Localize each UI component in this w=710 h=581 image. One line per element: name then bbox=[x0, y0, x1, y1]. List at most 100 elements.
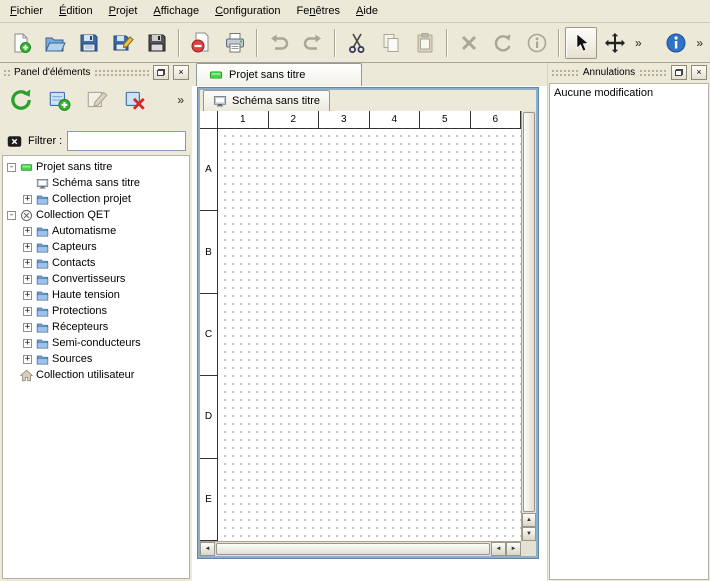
move-tool-button[interactable] bbox=[599, 27, 631, 59]
tree-item-convertisseurs[interactable]: + Convertisseurs bbox=[3, 271, 189, 287]
tree-item-collection-projet[interactable]: + Collection projet bbox=[3, 191, 189, 207]
tab-projet-sans-titre[interactable]: Projet sans titre bbox=[196, 63, 362, 86]
print-button[interactable] bbox=[219, 27, 251, 59]
tree-expander[interactable]: + bbox=[23, 243, 32, 252]
tree-item-projet-sans-titre[interactable]: - Projet sans titre bbox=[3, 159, 189, 175]
about-icon bbox=[665, 32, 687, 54]
menu-fenetres[interactable]: Fenêtres bbox=[289, 2, 348, 20]
toolbar-extension-chevron[interactable]: » bbox=[693, 37, 706, 49]
dock-grip[interactable] bbox=[3, 69, 10, 77]
reload-collections-button[interactable] bbox=[5, 85, 36, 116]
tree-expander[interactable]: + bbox=[23, 339, 32, 348]
toolbar-icon bbox=[78, 32, 100, 54]
save-button[interactable] bbox=[73, 27, 105, 59]
close-file-button[interactable] bbox=[185, 27, 217, 59]
tree-expander[interactable]: + bbox=[23, 275, 32, 284]
tree-item-label: Convertisseurs bbox=[52, 273, 125, 285]
tree-item-collection-qet[interactable]: - Collection QET bbox=[3, 207, 189, 223]
clipboard-toolbar-group bbox=[340, 27, 442, 59]
elements-tree[interactable]: - Projet sans titre Schéma sans titre + … bbox=[2, 155, 190, 579]
toolbar-icon bbox=[146, 32, 168, 54]
redo-button[interactable] bbox=[297, 27, 329, 59]
tree-expander[interactable]: - bbox=[7, 211, 16, 220]
tools-toolbar-group bbox=[564, 27, 632, 59]
dock-float-button[interactable] bbox=[153, 65, 169, 80]
properties-button[interactable] bbox=[521, 27, 553, 59]
tree-item-automatisme[interactable]: + Automatisme bbox=[3, 223, 189, 239]
menu-edition[interactable]: Édition bbox=[51, 2, 101, 20]
vertical-scrollbar[interactable]: ▲ ▼ bbox=[521, 111, 536, 541]
tree-item-contacts[interactable]: + Contacts bbox=[3, 255, 189, 271]
dock-float-button[interactable] bbox=[671, 65, 687, 80]
toolbar-extension-chevron[interactable]: » bbox=[632, 37, 645, 49]
scrollbar-corner bbox=[521, 541, 536, 556]
dock-close-button[interactable]: × bbox=[691, 65, 707, 80]
filter-input[interactable] bbox=[67, 131, 186, 151]
menu-aide[interactable]: Aide bbox=[348, 2, 386, 20]
elements-panel-titlebar[interactable]: Panel d'éléments × bbox=[0, 63, 192, 82]
open-project-button[interactable] bbox=[39, 27, 71, 59]
ruler-corner bbox=[200, 111, 218, 129]
dock-grip[interactable] bbox=[94, 69, 149, 77]
delete-element-button[interactable] bbox=[119, 85, 150, 116]
save-all-button[interactable] bbox=[141, 27, 173, 59]
close-icon: × bbox=[178, 68, 183, 77]
scroll-down-button[interactable]: ▼ bbox=[522, 527, 536, 541]
tree-expander[interactable]: - bbox=[7, 163, 16, 172]
tree-item-collection-utilisateur[interactable]: Collection utilisateur bbox=[3, 367, 189, 383]
cut-button[interactable] bbox=[341, 27, 373, 59]
tree-expander[interactable]: + bbox=[23, 291, 32, 300]
tree-item-semi-conducteurs[interactable]: + Semi-conducteurs bbox=[3, 335, 189, 351]
panel-extension-chevron[interactable]: » bbox=[174, 94, 187, 106]
menu-configuration[interactable]: Configuration bbox=[207, 2, 288, 20]
tree-expander[interactable]: + bbox=[23, 259, 32, 268]
delete-button[interactable] bbox=[453, 27, 485, 59]
dock-grip[interactable] bbox=[639, 69, 667, 77]
tab-schema-sans-titre[interactable]: Schéma sans titre bbox=[203, 90, 330, 111]
new-element-button[interactable] bbox=[43, 85, 74, 116]
menu-affichage[interactable]: Affichage bbox=[145, 2, 207, 20]
rotate-button[interactable] bbox=[487, 27, 519, 59]
tree-item-protections[interactable]: + Protections bbox=[3, 303, 189, 319]
tree-item-capteurs[interactable]: + Capteurs bbox=[3, 239, 189, 255]
menu-projet[interactable]: Projet bbox=[101, 2, 146, 20]
tree-expander[interactable]: + bbox=[23, 355, 32, 364]
project-tabbar: Projet sans titre bbox=[192, 63, 548, 87]
save-as-button[interactable] bbox=[107, 27, 139, 59]
undo-button[interactable] bbox=[263, 27, 295, 59]
tree-item-label: Capteurs bbox=[52, 241, 97, 253]
menu-fichier[interactable]: Fichier bbox=[2, 2, 51, 20]
row-header-cell: C bbox=[200, 294, 217, 376]
dock-grip[interactable] bbox=[551, 69, 579, 77]
tree-item-label: Collection utilisateur bbox=[36, 369, 134, 381]
scroll-left-button-secondary[interactable]: ◄ bbox=[491, 542, 506, 556]
new-document-button[interactable] bbox=[5, 27, 37, 59]
clear-filter-icon[interactable] bbox=[6, 134, 23, 149]
scroll-right-button[interactable]: ► bbox=[506, 542, 521, 556]
tree-item-haute-tension[interactable]: + Haute tension bbox=[3, 287, 189, 303]
dock-close-button[interactable]: × bbox=[173, 65, 189, 80]
undo-dock-titlebar[interactable]: Annulations × bbox=[548, 63, 710, 82]
horizontal-scrollbar-thumb[interactable] bbox=[216, 543, 490, 555]
tree-expander[interactable]: + bbox=[23, 227, 32, 236]
tree-expander[interactable]: + bbox=[23, 195, 32, 204]
schema-canvas[interactable] bbox=[218, 129, 521, 541]
mdi-center: Projet sans titre Schéma sans titre 1234… bbox=[192, 63, 548, 581]
scroll-up-button[interactable]: ▲ bbox=[522, 513, 536, 527]
horizontal-scrollbar[interactable]: ◄ ◄ ► bbox=[200, 541, 521, 556]
undo-history-list[interactable]: Aucune modification bbox=[549, 83, 709, 580]
tree-item-schema-sans-titre[interactable]: Schéma sans titre bbox=[3, 175, 189, 191]
scroll-left-button[interactable]: ◄ bbox=[200, 542, 215, 556]
tree-expander[interactable]: + bbox=[23, 323, 32, 332]
select-tool-button[interactable] bbox=[565, 27, 597, 59]
about-qet-button[interactable] bbox=[660, 27, 692, 59]
copy-button[interactable] bbox=[375, 27, 407, 59]
toolbar-icon bbox=[44, 32, 66, 54]
tree-item-recepteurs[interactable]: + Récepteurs bbox=[3, 319, 189, 335]
vertical-scrollbar-thumb[interactable] bbox=[523, 112, 535, 512]
tree-item-sources[interactable]: + Sources bbox=[3, 351, 189, 367]
edit-element-button[interactable] bbox=[81, 85, 112, 116]
paste-button[interactable] bbox=[409, 27, 441, 59]
tree-item-icon bbox=[36, 289, 49, 302]
tree-expander[interactable]: + bbox=[23, 307, 32, 316]
